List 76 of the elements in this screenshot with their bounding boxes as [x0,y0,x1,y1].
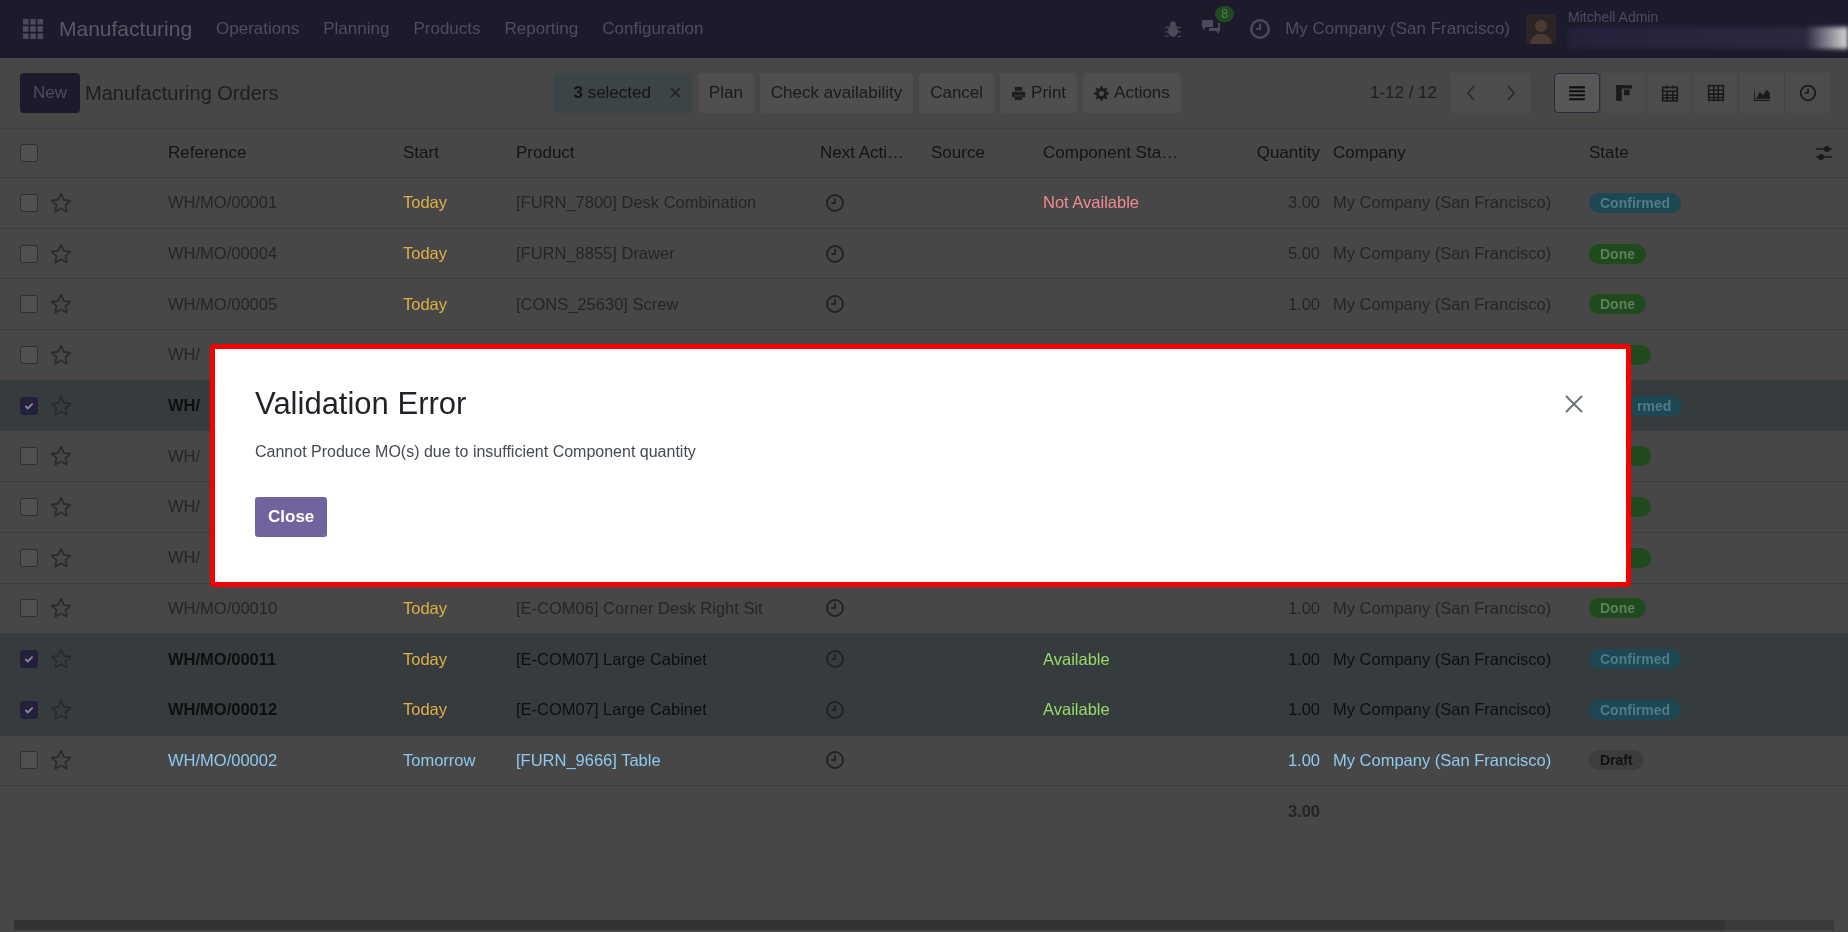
clock-icon[interactable] [825,649,845,670]
graph-view-button[interactable] [1738,73,1784,113]
star-icon[interactable] [50,445,72,468]
list-icon [1568,84,1586,102]
chevron-right-icon [1506,85,1516,101]
close-button[interactable]: Close [255,497,328,537]
clock-icon[interactable] [825,294,845,315]
clear-selection-button[interactable]: × [668,80,682,106]
star-icon[interactable] [50,495,72,518]
start-cell: Today [403,649,448,669]
start-cell: Today [403,294,448,314]
clock-icon [1798,84,1817,102]
company-cell: My Company (San Francisco) [1333,750,1552,770]
star-icon[interactable] [50,242,72,265]
clock-icon[interactable] [1249,18,1272,40]
activity-view-button[interactable] [1784,73,1830,113]
pivot-view-button[interactable] [1692,73,1738,113]
app-name[interactable]: Manufacturing [59,17,193,41]
select-all-checkbox[interactable] [20,144,38,162]
gear-icon [1094,85,1110,101]
state-badge: Done [1589,598,1646,619]
start-cell: Today [403,244,448,264]
star-icon[interactable] [50,546,72,569]
chat-icon[interactable] [1201,18,1222,36]
start-cell: Today [403,598,448,618]
calendar-icon [1660,84,1679,102]
state-badge: Done [1589,294,1646,315]
printer-icon [1011,85,1027,101]
product-cell: [FURN_9666] Table [516,750,661,770]
clock-icon[interactable] [825,699,845,720]
component-status-cell: Not Available [1043,193,1139,213]
bug-icon[interactable] [1163,20,1184,38]
quantity-cell: 1.00 [1287,750,1320,770]
row-checkbox[interactable] [20,345,38,364]
star-icon[interactable] [50,293,72,316]
row-checkbox[interactable] [20,548,38,567]
star-icon[interactable] [50,749,72,772]
calendar-view-button[interactable] [1646,73,1692,113]
message-count-badge: 8 [1215,6,1234,22]
row-checkbox[interactable] [20,599,38,618]
start-cell: Today [403,700,448,720]
component-status-cell: Available [1043,700,1110,720]
avatar-icon[interactable] [1526,14,1556,44]
row-checkbox[interactable] [20,497,38,516]
kanban-view-button[interactable] [1600,73,1646,113]
row-checkbox[interactable] [20,295,38,314]
clock-icon[interactable] [825,243,845,264]
row-checkbox[interactable] [20,193,38,212]
previous-page-button[interactable] [1451,73,1491,113]
list-view-button[interactable] [1554,73,1600,113]
start-cell: Today [403,193,448,213]
row-checkbox[interactable] [20,751,38,770]
reference-cell: WH/MO/00002 [168,750,278,770]
row-checkbox[interactable] [20,650,38,669]
component-status-cell: Available [1043,649,1110,669]
app-grid-icon[interactable] [23,19,43,39]
star-icon[interactable] [50,343,72,366]
close-icon[interactable] [1564,394,1584,414]
column-settings-icon[interactable] [1815,145,1833,161]
dialog-title: Validation Error [255,386,467,422]
clock-icon[interactable] [825,750,845,771]
table-grid-icon [1706,84,1725,102]
chevron-left-icon [1466,85,1476,101]
state-badge: Done [1589,243,1646,264]
start-cell: Tomorrow [403,750,476,770]
row-checkbox[interactable] [20,396,38,415]
row-checkbox[interactable] [20,447,38,466]
row-checkbox[interactable] [20,700,38,719]
star-icon[interactable] [50,191,72,214]
clock-icon[interactable] [825,598,845,619]
dialog-message: Cannot Produce MO(s) due to insufficient Component quantity [255,443,696,461]
star-icon[interactable] [50,597,72,620]
clock-icon[interactable] [825,192,845,213]
kanban-icon [1614,84,1633,102]
next-page-button[interactable] [1491,73,1531,113]
row-checkbox[interactable] [20,244,38,263]
